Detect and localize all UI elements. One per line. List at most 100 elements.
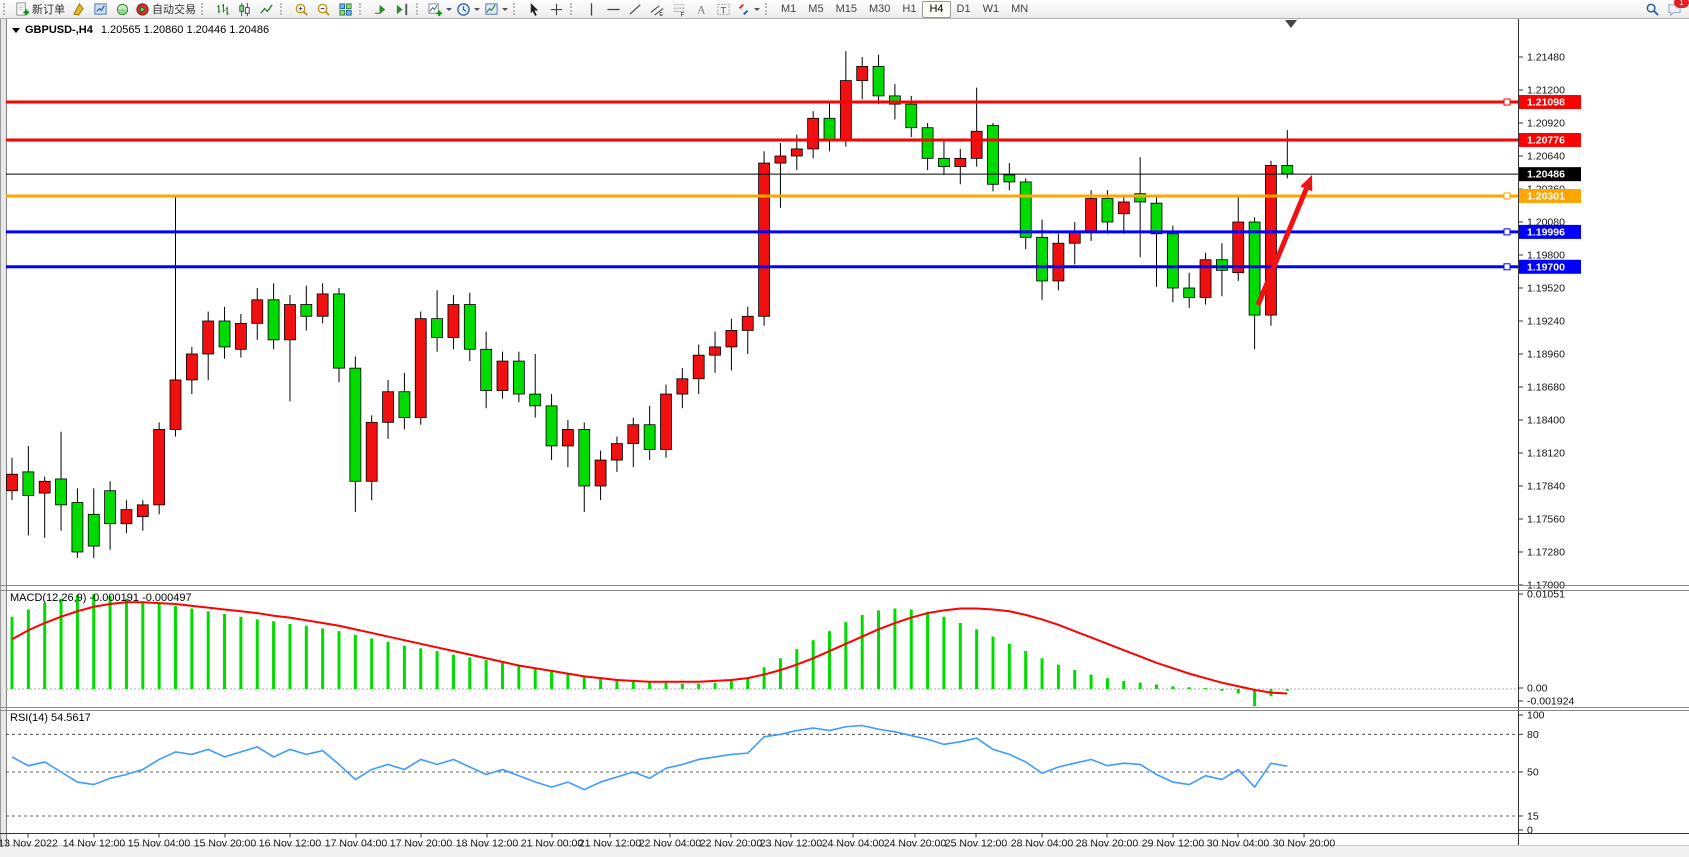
time-tick-label: 15 Nov 20:00: [194, 838, 257, 850]
mt4-window: 新订单自动交易EFATM1M5M15M30H1H4D1W1MN1 1.21480…: [0, 0, 1689, 857]
candle-body: [955, 158, 966, 166]
candle-body: [857, 66, 868, 80]
candle-body: [677, 379, 688, 394]
svg-text:1.20301: 1.20301: [1527, 190, 1565, 202]
candle-body: [988, 125, 999, 184]
price-tick-label: 1.20920: [1527, 118, 1565, 130]
candle-body: [710, 347, 721, 355]
candle-body: [791, 149, 802, 156]
rsi-scale-label: 0: [1527, 825, 1533, 837]
candle-body: [39, 481, 50, 493]
candle-body: [203, 321, 214, 354]
time-tick-label: 14 Nov 12:00: [63, 838, 126, 850]
chart-title: GBPUSD-,H4 1.20565 1.20860 1.20446 1.204…: [12, 24, 269, 36]
time-tick-label: 13 Nov 2022: [0, 838, 58, 850]
price-tick-label: 1.17280: [1527, 547, 1565, 559]
rsi-scale-label: 15: [1527, 810, 1539, 822]
candle-body: [971, 131, 982, 158]
candle-body: [170, 380, 181, 430]
price-tick-label: 1.18400: [1527, 415, 1565, 427]
candle-body: [742, 316, 753, 330]
candle-body: [1053, 243, 1064, 281]
candle-body: [235, 323, 246, 349]
rsi-scale-label: 80: [1527, 729, 1539, 741]
candle-body: [530, 394, 541, 406]
price-tick-label: 1.20640: [1527, 151, 1565, 163]
macd-scale-label: -0.001924: [1527, 696, 1574, 708]
time-tick-label: 17 Nov 20:00: [390, 838, 453, 850]
candle-body: [1151, 203, 1162, 234]
candle-body: [922, 128, 933, 159]
time-tick-label: 16 Nov 12:00: [259, 838, 322, 850]
rsi-scale-label: 50: [1527, 767, 1539, 779]
candle-body: [154, 429, 165, 504]
line-handle[interactable]: [1504, 264, 1510, 270]
macd-scale-label: 0.00: [1527, 683, 1548, 695]
candle-body: [1004, 175, 1015, 182]
candle-body: [873, 66, 884, 95]
candle-body: [938, 158, 949, 166]
price-tick-label: 1.17840: [1527, 481, 1565, 493]
line-handle[interactable]: [1504, 229, 1510, 235]
time-tick-label: 23 Nov 12:00: [760, 838, 823, 850]
candle-body: [301, 305, 312, 317]
price-tick-label: 1.19800: [1527, 250, 1565, 262]
candle-body: [1265, 165, 1276, 315]
candle-body: [415, 319, 426, 418]
candle-body: [366, 422, 377, 481]
time-tick-label: 17 Nov 04:00: [325, 838, 388, 850]
candle-body: [497, 361, 508, 390]
candle-body: [808, 118, 819, 149]
time-tick-label: 24 Nov 04:00: [822, 838, 885, 850]
candle-body: [1216, 260, 1227, 271]
candle-body: [628, 425, 639, 444]
candle-body: [219, 321, 230, 347]
candle-body: [693, 355, 704, 379]
candle-body: [56, 479, 67, 505]
candle-body: [644, 425, 655, 450]
candle-body: [906, 104, 917, 128]
candle-body: [399, 392, 410, 418]
candle-body: [546, 406, 557, 446]
price-tick-label: 1.17560: [1527, 514, 1565, 526]
candle-body: [252, 300, 263, 324]
candle-body: [1167, 234, 1178, 288]
candle-body: [432, 319, 443, 338]
macd-indicator-label: MACD(12,26,9) -0.000191 -0.000497: [10, 592, 192, 604]
candle-body: [481, 349, 492, 390]
price-chart-canvas[interactable]: 1.214801.212001.209201.206401.203601.200…: [0, 0, 1689, 857]
candle-body: [1086, 198, 1097, 231]
time-tick-label: 22 Nov 20:00: [700, 838, 763, 850]
macd-scale-label: 0.01051: [1527, 589, 1565, 601]
candle-body: [334, 294, 345, 368]
time-tick-label: 21 Nov 12:00: [579, 838, 642, 850]
time-tick-label: 24 Nov 20:00: [884, 838, 947, 850]
candle-body: [284, 305, 295, 340]
line-handle[interactable]: [1504, 193, 1510, 199]
candle-body: [562, 429, 573, 446]
price-tick-label: 1.19520: [1527, 283, 1565, 295]
svg-text:1.20776: 1.20776: [1527, 134, 1565, 146]
svg-text:1.19700: 1.19700: [1527, 261, 1565, 273]
candle-body: [579, 429, 590, 486]
candle-body: [23, 472, 34, 496]
candle-body: [137, 505, 148, 517]
candle-body: [317, 294, 328, 316]
candle-body: [661, 394, 672, 449]
symbol-name: GBPUSD-,H4: [25, 24, 93, 36]
candle-body: [775, 156, 786, 163]
price-tick-label: 1.18120: [1527, 448, 1565, 460]
candle-body: [88, 514, 99, 546]
time-tick-label: 28 Nov 20:00: [1076, 838, 1139, 850]
rsi-scale-label: 100: [1527, 710, 1545, 722]
time-tick-label: 30 Nov 20:00: [1273, 838, 1336, 850]
candle-body: [448, 305, 459, 338]
time-tick-label: 30 Nov 04:00: [1207, 838, 1270, 850]
candle-body: [1118, 202, 1129, 214]
candle-body: [1037, 237, 1048, 281]
candle-body: [72, 503, 83, 553]
line-handle[interactable]: [1504, 99, 1510, 105]
time-tick-label: 22 Nov 04:00: [639, 838, 702, 850]
symbol-collapse-icon[interactable]: [12, 28, 20, 33]
candle-body: [350, 368, 361, 481]
